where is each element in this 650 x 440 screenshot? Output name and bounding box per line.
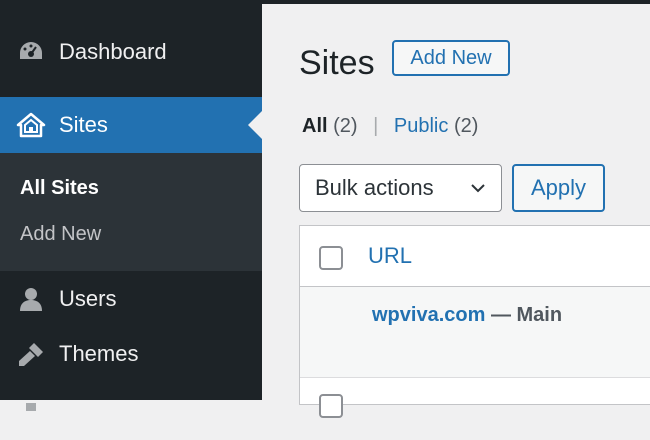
- filter-public-link[interactable]: Public: [394, 115, 448, 137]
- themes-icon: [19, 343, 43, 366]
- current-menu-arrow: [248, 111, 262, 139]
- column-header-url[interactable]: URL: [368, 243, 412, 269]
- sidebar-item-users[interactable]: Users: [0, 271, 262, 327]
- sites-icon: [16, 112, 46, 138]
- sidebar-item-label: Users: [59, 286, 117, 311]
- submenu-item-all-sites[interactable]: All Sites: [20, 177, 99, 200]
- page-title: Sites: [299, 44, 375, 82]
- table-header: URL: [300, 226, 650, 287]
- filter-all-count: (2): [333, 115, 358, 137]
- chevron-down-icon: [471, 184, 485, 193]
- site-state: — Main: [485, 304, 563, 326]
- add-new-button[interactable]: Add New: [392, 40, 510, 76]
- row-checkbox[interactable]: [319, 394, 343, 418]
- bulk-actions-value: Bulk actions: [315, 175, 434, 200]
- sites-table: URL wpviva.com — Main: [299, 225, 650, 418]
- apply-button[interactable]: Apply: [512, 164, 605, 212]
- site-link[interactable]: wpviva.com: [372, 304, 485, 326]
- users-icon: [20, 288, 42, 311]
- filter-all-label[interactable]: All: [302, 115, 328, 137]
- bulk-actions-select[interactable]: Bulk actions: [299, 164, 502, 212]
- filter-public-count: (2): [453, 115, 479, 137]
- table-row: wpviva.com — Main: [300, 287, 650, 377]
- main-content: Sites Add New All (2) | Public (2) Bulk …: [262, 4, 650, 418]
- select-all-checkbox[interactable]: [319, 246, 343, 270]
- sidebar-item-label: Sites: [59, 112, 108, 137]
- sidebar-item-dashboard[interactable]: Dashboard: [0, 24, 262, 80]
- site-cell: wpviva.com — Main: [372, 304, 562, 327]
- sites-submenu: All Sites Add New: [0, 153, 262, 271]
- sidebar-item-more[interactable]: [0, 384, 262, 440]
- sidebar-item-label: Themes: [59, 341, 139, 366]
- plugins-icon: [26, 403, 36, 411]
- filter-separator: |: [373, 115, 379, 137]
- admin-sidebar: Dashboard Sites All Sites Add New Users …: [0, 0, 262, 411]
- table-row: [300, 377, 650, 418]
- sidebar-item-label: Dashboard: [59, 39, 167, 64]
- sidebar-item-sites[interactable]: Sites: [0, 97, 262, 153]
- submenu-item-add-new[interactable]: Add New: [20, 223, 101, 246]
- sidebar-item-themes[interactable]: Themes: [0, 326, 262, 382]
- status-filters: All (2) | Public (2): [302, 115, 478, 138]
- dashboard-icon: [20, 42, 42, 59]
